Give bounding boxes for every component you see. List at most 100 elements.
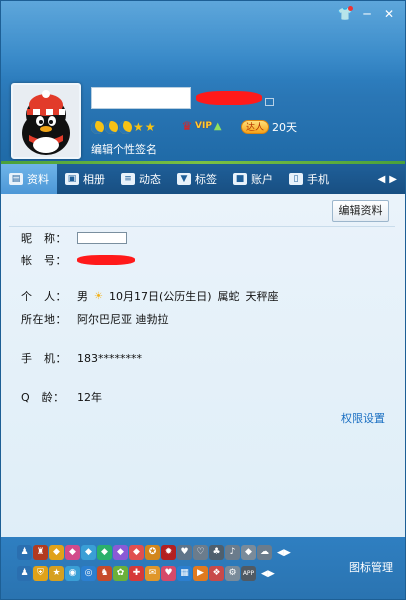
qzone-icon[interactable] bbox=[265, 98, 274, 106]
profile-window: 👕 ─ ✕ ★ ★ ♛ VIP ▲ 达人 20天 编辑个性签名 ▤ 资料 ▣ 相… bbox=[0, 0, 406, 600]
diamond-red-icon[interactable]: ◆ bbox=[129, 545, 144, 560]
shield-icon[interactable]: ⛨ bbox=[33, 566, 48, 581]
gender: 男 bbox=[77, 290, 88, 303]
mobile-label: 手 机： bbox=[21, 352, 67, 365]
bookmark-icon: ▼ bbox=[177, 173, 191, 185]
app-icon[interactable]: APP bbox=[241, 566, 256, 581]
tab-label: 手机 bbox=[307, 173, 329, 186]
profile-card-icon: ▤ bbox=[9, 173, 23, 185]
location-value: 阿尔巴尼亚 迪勃拉 bbox=[77, 313, 169, 326]
constellation: 天秤座 bbox=[245, 290, 279, 303]
moon-icon bbox=[105, 120, 118, 134]
icon-management-link[interactable]: 图标管理 bbox=[349, 559, 393, 575]
tab-bar: ▤ 资料 ▣ 相册 ≡ 动态 ▼ 标签 ■ 账户 ▯ 手机 ◀ ▶ bbox=[1, 164, 405, 194]
service-icons-footer: ♟ ♜ ◆ ◆ ◆ ◆ ◆ ◆ ✪ ✹ ♥ ♡ ♣ ♪ ◆ ☁ ◀▶ ♟ ⛨ ★… bbox=[1, 537, 405, 599]
briefcase-icon: ■ bbox=[233, 173, 247, 185]
notification-dot bbox=[348, 6, 353, 11]
account-label: 帐 号： bbox=[21, 254, 67, 267]
nickname-field bbox=[77, 232, 127, 244]
service-icon-row: ♟ ♜ ◆ ◆ ◆ ◆ ◆ ◆ ✪ ✹ ♥ ♡ ♣ ♪ ◆ ☁ ◀▶ bbox=[17, 545, 291, 560]
mobile-value: 183******** bbox=[77, 351, 142, 365]
heart-icon[interactable]: ♥ bbox=[177, 545, 192, 560]
diamond-blue-icon[interactable]: ◆ bbox=[81, 545, 96, 560]
phone-icon: ▯ bbox=[289, 173, 303, 185]
daren-badge[interactable]: 达人 20天 bbox=[241, 119, 297, 135]
content-divider bbox=[9, 226, 395, 227]
moon-icon bbox=[119, 120, 132, 134]
penguin-icon[interactable]: ♟ bbox=[17, 566, 32, 581]
edit-profile-button[interactable]: 编辑资料 bbox=[332, 200, 389, 222]
tab-account[interactable]: ■ 账户 bbox=[225, 164, 281, 194]
up-arrow-icon: ▲ bbox=[213, 120, 222, 132]
diamond-pink-icon[interactable]: ◆ bbox=[65, 545, 80, 560]
skin-button[interactable]: 👕 bbox=[335, 5, 355, 23]
diamond-green-icon[interactable]: ◆ bbox=[97, 545, 112, 560]
tab-phone[interactable]: ▯ 手机 bbox=[281, 164, 337, 194]
redacted-account-scribble bbox=[196, 91, 262, 105]
farm-icon[interactable]: ✿ bbox=[113, 566, 128, 581]
star-icon: ★ bbox=[144, 120, 156, 134]
heart-outline-icon[interactable]: ♡ bbox=[193, 545, 208, 560]
tab-label: 动态 bbox=[139, 173, 161, 186]
qq-level[interactable]: ★ ★ bbox=[91, 119, 156, 135]
service-icon-row: ♟ ⛨ ★ ◉ ◎ ♞ ✿ ✚ ✉ ♥ ▦ ▶ ❖ ⚙ APP ◀▶ bbox=[17, 566, 291, 581]
window-controls: 👕 ─ ✕ bbox=[335, 5, 399, 23]
profile-content: 编辑资料 昵 称： 帐 号： 个 人： 男 ☀ 10月17日(公历生日) 属蛇 … bbox=[1, 194, 405, 537]
flame-icon[interactable]: ✹ bbox=[161, 545, 176, 560]
settings-gear-icon[interactable]: ⚙ bbox=[225, 566, 240, 581]
row-arrows[interactable]: ◀▶ bbox=[261, 569, 275, 579]
minimize-button[interactable]: ─ bbox=[357, 5, 377, 23]
tab-label: 账户 bbox=[251, 173, 273, 186]
pet-icon[interactable]: ♣ bbox=[209, 545, 224, 560]
pet-penguin-icon[interactable]: ♞ bbox=[97, 566, 112, 581]
daren-label: 达人 bbox=[241, 120, 270, 134]
qage-row: Q 龄： 12年 bbox=[21, 389, 102, 405]
tab-label: 相册 bbox=[83, 173, 105, 186]
diamond-purple-icon[interactable]: ◆ bbox=[113, 545, 128, 560]
nickname-label: 昵 称： bbox=[21, 232, 67, 245]
signature-edit[interactable]: 编辑个性签名 bbox=[91, 141, 157, 157]
qq-show-icon[interactable]: ♟ bbox=[17, 545, 32, 560]
mobile-row: 手 机： 183******** bbox=[21, 350, 142, 366]
star-badge-icon[interactable]: ★ bbox=[49, 566, 64, 581]
disk-icon[interactable]: ◎ bbox=[81, 566, 96, 581]
qage-value: 12年 bbox=[77, 391, 102, 404]
diamond-yellow-icon[interactable]: ◆ bbox=[49, 545, 64, 560]
tab-album[interactable]: ▣ 相册 bbox=[57, 164, 113, 194]
read-icon[interactable]: ❖ bbox=[209, 566, 224, 581]
love-icon[interactable]: ♥ bbox=[161, 566, 176, 581]
close-button[interactable]: ✕ bbox=[379, 5, 399, 23]
row-arrows[interactable]: ◀▶ bbox=[277, 548, 291, 558]
tab-tags[interactable]: ▼ 标签 bbox=[169, 164, 225, 194]
online-days: 20天 bbox=[272, 121, 298, 134]
mail-icon[interactable]: ✉ bbox=[145, 566, 160, 581]
game-center-icon[interactable]: ◉ bbox=[65, 566, 80, 581]
feed-icon: ≡ bbox=[121, 173, 135, 185]
service-icon-grid: ♟ ♜ ◆ ◆ ◆ ◆ ◆ ◆ ✪ ✹ ♥ ♡ ♣ ♪ ◆ ☁ ◀▶ ♟ ⛨ ★… bbox=[17, 545, 291, 587]
cloud-icon[interactable]: ☁ bbox=[257, 545, 272, 560]
redacted-account-number bbox=[77, 255, 135, 265]
badge-icon[interactable]: ✪ bbox=[145, 545, 160, 560]
right-arrow-icon[interactable]: ▶ bbox=[389, 174, 397, 185]
nickname-row: 昵 称： bbox=[21, 230, 127, 246]
tab-feed[interactable]: ≡ 动态 bbox=[113, 164, 169, 194]
account-row: 帐 号： bbox=[21, 252, 135, 268]
video-icon[interactable]: ▶ bbox=[193, 566, 208, 581]
vip-crown-icon: ♛ bbox=[181, 119, 193, 133]
permission-settings-link[interactable]: 权限设置 bbox=[341, 410, 385, 426]
personal-row: 个 人： 男 ☀ 10月17日(公历生日) 属蛇 天秤座 bbox=[21, 288, 279, 304]
game-icon[interactable]: ♜ bbox=[33, 545, 48, 560]
tab-profile[interactable]: ▤ 资料 bbox=[1, 164, 57, 194]
tab-label: 标签 bbox=[195, 173, 217, 186]
personal-label: 个 人： bbox=[21, 290, 67, 303]
avatar[interactable] bbox=[11, 83, 81, 159]
calendar-icon[interactable]: ▦ bbox=[177, 566, 192, 581]
sun-icon: ☀ bbox=[94, 290, 103, 302]
vip-badge[interactable]: ♛ VIP ▲ bbox=[181, 119, 222, 133]
moon-icon bbox=[91, 120, 104, 134]
music-icon[interactable]: ♪ bbox=[225, 545, 240, 560]
vip-label: VIP bbox=[195, 121, 212, 131]
left-arrow-icon[interactable]: ◀ bbox=[378, 174, 386, 185]
diamond-gray-icon[interactable]: ◆ bbox=[241, 545, 256, 560]
gift-icon[interactable]: ✚ bbox=[129, 566, 144, 581]
